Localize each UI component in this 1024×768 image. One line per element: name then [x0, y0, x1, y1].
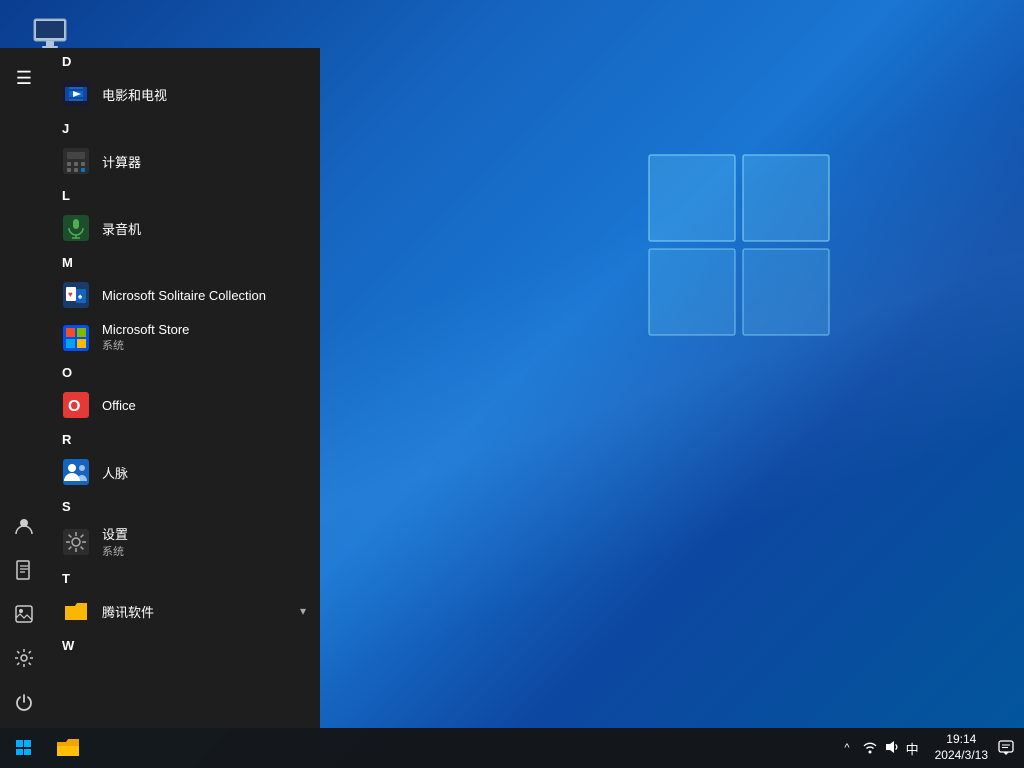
ime-indicator[interactable]: 中: [906, 739, 919, 758]
desktop-windows-logo: [644, 150, 834, 345]
app-list: D 电影和电视 J 计算器 L: [48, 48, 320, 728]
section-header-w: W: [48, 632, 320, 657]
solitaire-info: Microsoft Solitaire Collection: [102, 288, 306, 303]
clock-time: 19:14: [946, 732, 976, 748]
svg-text:♥: ♥: [68, 290, 73, 299]
recorder-info: 录音机: [102, 219, 306, 238]
start-button[interactable]: [0, 728, 48, 768]
settings-subtitle: 系统: [102, 543, 306, 559]
settings-app-icon: [62, 528, 90, 556]
settings-info: 设置 系统: [102, 524, 306, 559]
clock-date: 2024/3/13: [935, 748, 988, 764]
solitaire-icon: ♥♠: [62, 281, 90, 309]
section-header-r: R: [48, 426, 320, 451]
start-sidebar: ☰: [0, 48, 48, 728]
movies-tv-icon: [62, 80, 90, 108]
tray-expand-button[interactable]: ^: [840, 738, 853, 758]
clock-date-display[interactable]: 19:14 2024/3/13: [927, 732, 996, 763]
office-name: Office: [102, 398, 306, 413]
calculator-icon: [62, 147, 90, 175]
taskbar: ^ 中 19:14 2024/3/13: [0, 728, 1024, 768]
recorder-icon: [62, 214, 90, 242]
movies-tv-info: 电影和电视: [102, 85, 306, 104]
section-header-t: T: [48, 565, 320, 590]
app-item-office[interactable]: O Office: [48, 384, 320, 426]
app-item-people[interactable]: 人脉: [48, 451, 320, 493]
tencent-expand-arrow: ▾: [300, 604, 306, 618]
recorder-name: 录音机: [102, 219, 306, 238]
sidebar-power-button[interactable]: [0, 680, 48, 724]
section-header-s: S: [48, 493, 320, 518]
app-item-settings[interactable]: 设置 系统: [48, 518, 320, 565]
office-info: Office: [102, 398, 306, 413]
people-icon: [62, 458, 90, 486]
office-icon: O: [62, 391, 90, 419]
section-header-j: J: [48, 115, 320, 140]
tencent-folder-icon: [62, 597, 90, 625]
sidebar-settings-button[interactable]: [0, 636, 48, 680]
app-item-tencent[interactable]: 腾讯软件 ▾: [48, 590, 320, 632]
store-info: Microsoft Store 系统: [102, 322, 306, 353]
tencent-name: 腾讯软件: [102, 602, 300, 621]
people-info: 人脉: [102, 463, 306, 482]
section-header-l: L: [48, 182, 320, 207]
system-tray: ^ 中 19:14 2024/3/13: [840, 728, 1024, 768]
sidebar-user-button[interactable]: [0, 504, 48, 548]
tencent-info: 腾讯软件: [102, 602, 300, 621]
calculator-info: 计算器: [102, 152, 306, 171]
svg-text:O: O: [68, 398, 80, 415]
notification-center-button[interactable]: [996, 728, 1016, 768]
app-item-calculator[interactable]: 计算器: [48, 140, 320, 182]
network-icon[interactable]: [862, 739, 878, 758]
start-menu: ☰: [0, 48, 320, 728]
movies-tv-name: 电影和电视: [102, 85, 306, 104]
sidebar-document-button[interactable]: [0, 548, 48, 592]
calculator-name: 计算器: [102, 152, 306, 171]
volume-icon[interactable]: [884, 739, 900, 758]
store-subtitle: 系统: [102, 337, 306, 353]
app-item-solitaire[interactable]: ♥♠ Microsoft Solitaire Collection: [48, 274, 320, 316]
app-item-recorder[interactable]: 录音机: [48, 207, 320, 249]
people-name: 人脉: [102, 463, 306, 482]
section-header-o: O: [48, 359, 320, 384]
settings-name: 设置: [102, 524, 306, 543]
desktop: 此电脑 ☰: [0, 0, 1024, 768]
section-header-m: M: [48, 249, 320, 274]
solitaire-name: Microsoft Solitaire Collection: [102, 288, 306, 303]
file-explorer-taskbar-button[interactable]: [48, 728, 88, 768]
store-icon: [62, 324, 90, 352]
tray-icons-area: 中: [854, 739, 927, 758]
windows-logo-icon: [16, 740, 32, 756]
sidebar-photos-button[interactable]: [0, 592, 48, 636]
hamburger-menu-button[interactable]: ☰: [0, 56, 48, 100]
store-name: Microsoft Store: [102, 322, 306, 337]
app-item-movies[interactable]: 电影和电视: [48, 73, 320, 115]
app-item-store[interactable]: Microsoft Store 系统: [48, 316, 320, 359]
section-header-d: D: [48, 48, 320, 73]
